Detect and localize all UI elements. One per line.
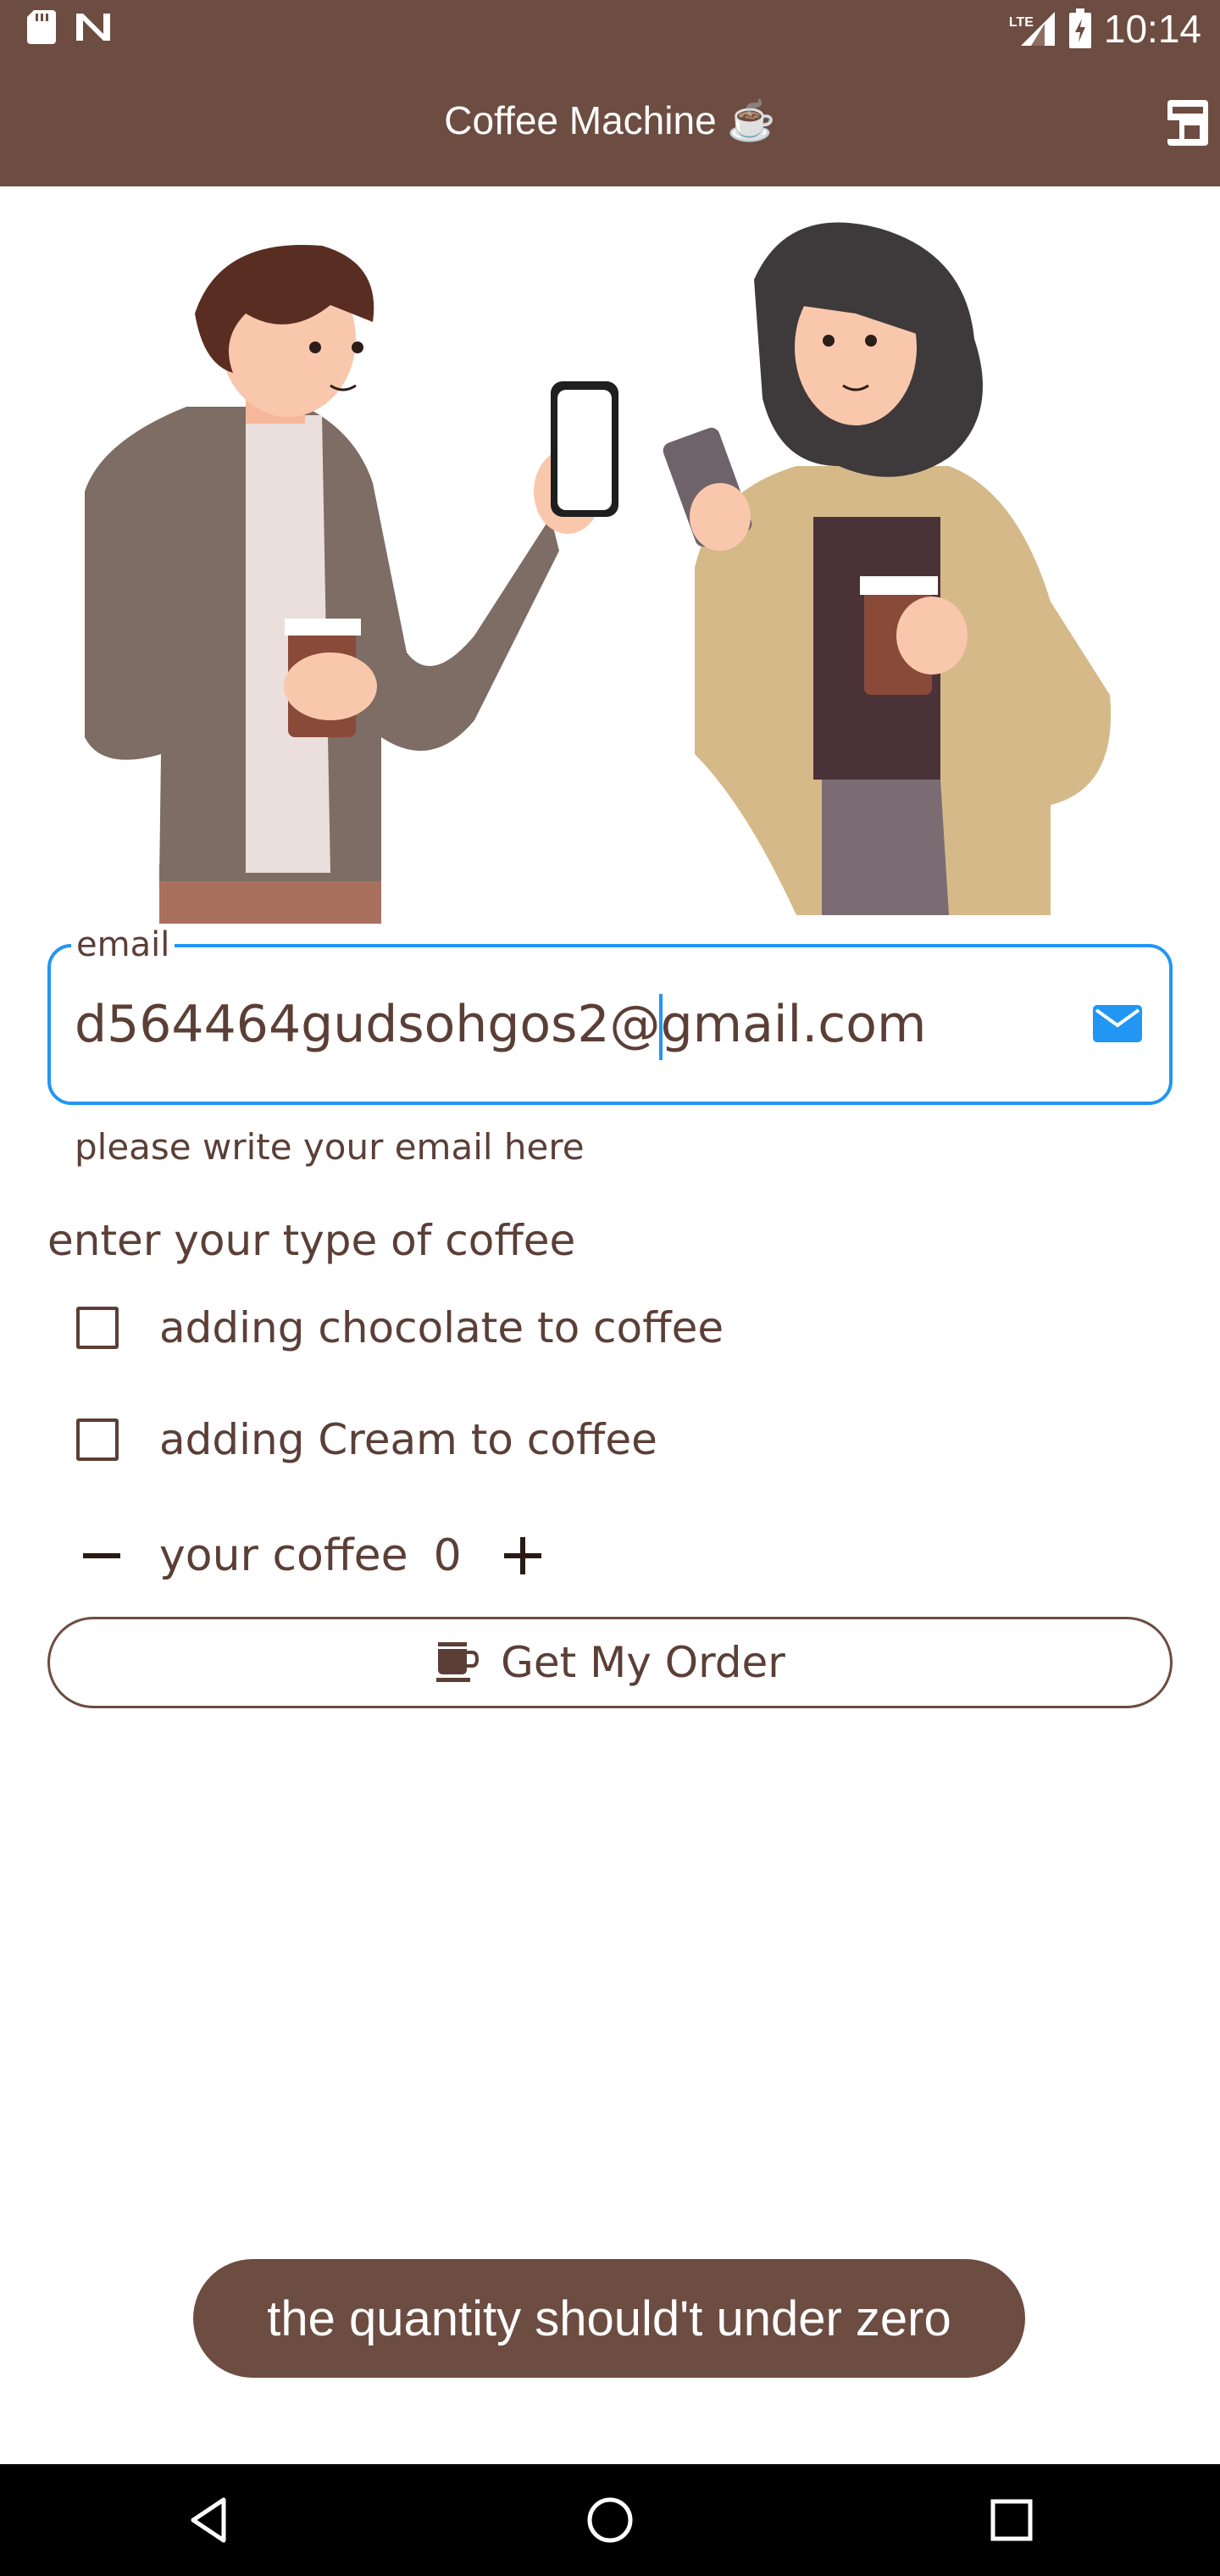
coffee-cup-icon bbox=[436, 1642, 480, 1682]
recents-icon[interactable] bbox=[986, 2495, 1037, 2545]
woman-figure bbox=[663, 222, 1112, 915]
cream-option[interactable]: adding Cream to coffee bbox=[76, 1410, 657, 1469]
clock: 10:14 bbox=[1103, 7, 1201, 51]
cream-option-label: adding Cream to coffee bbox=[159, 1415, 657, 1464]
coffee-machine-icon[interactable] bbox=[1161, 95, 1215, 149]
minus-icon[interactable] bbox=[78, 1532, 125, 1579]
page-title: Coffee Machine ☕ bbox=[444, 98, 776, 142]
quantity-stepper: your coffee 0 bbox=[78, 1522, 546, 1590]
man-figure bbox=[85, 245, 618, 924]
navigation-bar bbox=[0, 2464, 1220, 2576]
email-input[interactable]: d564464gudsohgos2@gmail.com bbox=[75, 988, 926, 1061]
coffee-type-heading: enter your type of coffee bbox=[47, 1216, 576, 1265]
signal-icon: LTE bbox=[1009, 8, 1056, 49]
sd-card-icon bbox=[27, 10, 56, 44]
chocolate-checkbox[interactable] bbox=[76, 1307, 119, 1349]
email-helper-text: please write your email here bbox=[75, 1126, 585, 1168]
status-bar: LTE 10:14 bbox=[0, 0, 1220, 58]
people-with-coffee-illustration bbox=[85, 222, 1112, 924]
toast-message: the quantity should't under zero bbox=[193, 2259, 1025, 2378]
battery-charging-icon bbox=[1068, 8, 1091, 48]
n-icon bbox=[76, 14, 110, 41]
mail-icon bbox=[1093, 1005, 1142, 1042]
cream-checkbox[interactable] bbox=[76, 1418, 119, 1461]
plus-icon[interactable] bbox=[499, 1532, 546, 1579]
chocolate-option[interactable]: adding chocolate to coffee bbox=[76, 1298, 724, 1357]
quantity-label: your coffee bbox=[159, 1530, 408, 1581]
quantity-value: 0 bbox=[433, 1530, 462, 1581]
email-label: email bbox=[71, 924, 175, 966]
back-icon[interactable] bbox=[185, 2495, 236, 2545]
app-bar: Coffee Machine ☕ bbox=[0, 58, 1220, 186]
email-value-after-caret: gmail.com bbox=[660, 995, 927, 1054]
email-value-before-caret: d564464gudsohgos2@ bbox=[75, 995, 661, 1054]
get-my-order-button[interactable]: Get My Order bbox=[47, 1617, 1173, 1708]
toast-text: the quantity should't under zero bbox=[267, 2290, 951, 2346]
get-my-order-label: Get My Order bbox=[501, 1638, 785, 1687]
chocolate-option-label: adding chocolate to coffee bbox=[159, 1303, 724, 1352]
home-icon[interactable] bbox=[585, 2495, 635, 2545]
